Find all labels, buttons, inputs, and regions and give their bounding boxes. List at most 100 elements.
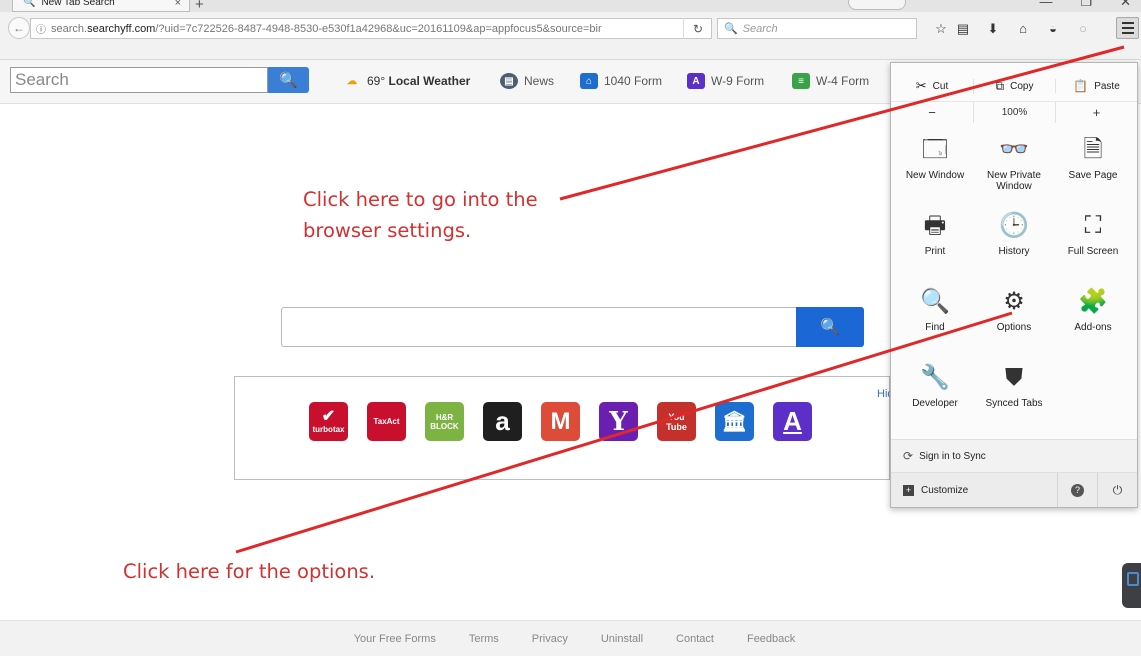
minimize-button[interactable]: — bbox=[1039, 0, 1052, 10]
doc-icon: ≡ bbox=[792, 73, 810, 89]
gear-icon: ⚙ bbox=[1003, 288, 1025, 315]
reload-button[interactable]: ↻ bbox=[683, 18, 712, 39]
new-private-window-item[interactable]: 👓 New Private Window bbox=[976, 135, 1052, 192]
zoom-controls: − 100% + bbox=[891, 101, 1137, 123]
synced-tabs-icon: ⛊ bbox=[1005, 364, 1023, 391]
tab-title: New Tab Search bbox=[41, 0, 115, 8]
annotation-settings-line2: browser settings. bbox=[303, 219, 472, 242]
puzzle-icon: 🧩 bbox=[1078, 288, 1108, 315]
save-page-item[interactable]: 🗎 Save Page bbox=[1055, 135, 1131, 181]
quick-links-tiles: ✔ turbotax TaxAct H&R BLOCK a M Y You Tu… bbox=[309, 402, 812, 441]
quit-button[interactable]: ⏻ bbox=[1097, 473, 1137, 507]
footer-link-feedback[interactable]: Feedback bbox=[739, 633, 795, 645]
check-icon: ✔ bbox=[321, 408, 336, 425]
toolbar-search-input[interactable]: Search bbox=[10, 67, 268, 93]
magnifier-icon: 🔍 bbox=[920, 288, 950, 315]
footer-link-terms[interactable]: Terms bbox=[461, 633, 499, 645]
1040-form-link[interactable]: ⌂ 1040 Form bbox=[580, 73, 662, 89]
downloads-icon[interactable]: ⬇ bbox=[982, 18, 1004, 39]
annotation-options: Click here for the options. bbox=[123, 560, 376, 583]
toolbar-search-button[interactable]: 🔍 bbox=[268, 67, 309, 93]
footer-link-uninstall[interactable]: Uninstall bbox=[593, 633, 643, 645]
w9-form-link[interactable]: A W-9 Form bbox=[687, 73, 764, 89]
history-label: History bbox=[998, 246, 1030, 257]
sign-in-to-sync-item[interactable]: ⟳ Sign in to Sync bbox=[891, 439, 1137, 472]
options-label: Options bbox=[996, 322, 1032, 333]
yahoo-tile[interactable]: Y bbox=[599, 402, 638, 441]
restore-button[interactable]: ❐ bbox=[1080, 0, 1092, 10]
weather-temp: 69° bbox=[367, 74, 386, 88]
tab-overflow-pill bbox=[848, 0, 906, 10]
new-private-window-label: New Private Window bbox=[987, 170, 1041, 192]
bank-tile[interactable]: 🏛 bbox=[715, 402, 754, 441]
pocket-icon[interactable]: ◒ bbox=[1042, 18, 1064, 39]
full-screen-item[interactable]: ⛶ Full Screen bbox=[1055, 211, 1131, 257]
options-item[interactable]: ⚙ Options bbox=[976, 287, 1052, 333]
power-icon: ⏻ bbox=[1112, 482, 1123, 497]
open-menu-button[interactable] bbox=[1116, 17, 1139, 39]
side-widget-tab[interactable] bbox=[1122, 563, 1141, 608]
clipboard-icon: 📋 bbox=[1073, 79, 1089, 93]
customize-item[interactable]: + Customize ? ⏻ bbox=[891, 472, 1137, 507]
add-ons-item[interactable]: 🧩 Add-ons bbox=[1055, 287, 1131, 333]
w4-form-link[interactable]: ≡ W-4 Form bbox=[792, 73, 869, 89]
synced-tabs-item[interactable]: ⛊ Synced Tabs bbox=[976, 363, 1052, 409]
turbotax-tile[interactable]: ✔ turbotax bbox=[309, 402, 348, 441]
amazon-tile[interactable]: a bbox=[483, 402, 522, 441]
tab-new-tab-search[interactable]: 🔍 New Tab Search × bbox=[12, 0, 190, 12]
zoom-out-button[interactable]: − bbox=[891, 102, 973, 123]
form-a-tile[interactable]: A bbox=[773, 402, 812, 441]
taxact-tile[interactable]: TaxAct bbox=[367, 402, 406, 441]
developer-item[interactable]: 🔧 Developer bbox=[897, 363, 973, 409]
clock-icon: 🕒 bbox=[999, 212, 1029, 239]
footer-link-contact[interactable]: Contact bbox=[668, 633, 714, 645]
bank-icon: ⌂ bbox=[580, 73, 598, 89]
close-window-button[interactable]: ✕ bbox=[1120, 0, 1131, 10]
main-search-input[interactable] bbox=[281, 307, 796, 347]
zoom-reset-button[interactable]: 100% bbox=[973, 102, 1055, 123]
account-icon[interactable]: ○ bbox=[1072, 18, 1094, 39]
youtube-label: You Tube bbox=[666, 411, 687, 432]
paste-button[interactable]: 📋 Paste bbox=[1055, 79, 1137, 93]
youtube-tile[interactable]: You Tube bbox=[657, 402, 696, 441]
weather-link[interactable]: ☁ 69° Local Weather bbox=[343, 73, 470, 89]
tab-close-icon[interactable]: × bbox=[175, 0, 181, 9]
find-item[interactable]: 🔍 Find bbox=[897, 287, 973, 333]
news-link[interactable]: ▤ News bbox=[500, 73, 554, 89]
weather-icon: ☁ bbox=[347, 75, 357, 87]
fullscreen-icon: ⛶ bbox=[1084, 212, 1102, 239]
turbotax-label: turbotax bbox=[312, 425, 345, 434]
history-item[interactable]: 🕒 History bbox=[976, 211, 1052, 257]
home-icon[interactable]: ⌂ bbox=[1012, 18, 1034, 39]
footer-link-privacy[interactable]: Privacy bbox=[524, 633, 568, 645]
bookmark-star-icon[interactable]: ☆ bbox=[930, 18, 952, 39]
info-icon[interactable]: ⓘ bbox=[36, 21, 46, 36]
navigation-bar: ← ⓘ search. searchyff.com/?uid=7c722526-8… bbox=[0, 12, 1141, 60]
window-controls: — ❐ ✕ bbox=[1039, 0, 1131, 10]
gmail-tile[interactable]: M bbox=[541, 402, 580, 441]
help-icon: ? bbox=[1071, 483, 1084, 497]
add-ons-label: Add-ons bbox=[1074, 322, 1112, 333]
browser-search-input[interactable]: 🔍 Search bbox=[717, 18, 917, 39]
sync-icon: ⟳ bbox=[903, 449, 914, 463]
bookmarks-menu-icon[interactable]: ▤ bbox=[952, 18, 974, 39]
back-button[interactable]: ← bbox=[8, 17, 30, 39]
weather-label: Local Weather bbox=[388, 74, 471, 88]
main-search-button[interactable]: 🔍 bbox=[796, 307, 864, 347]
browser-menu-panel: ✂ Cut ⧉ Copy 📋 Paste − 100% + 🗔 New Wind… bbox=[890, 62, 1138, 508]
cut-button[interactable]: ✂ Cut bbox=[891, 78, 973, 94]
help-button[interactable]: ? bbox=[1057, 473, 1097, 507]
printer-icon: 🖶 bbox=[923, 212, 947, 239]
taxact-label: TaxAct bbox=[373, 417, 400, 426]
footer-link-free-forms[interactable]: Your Free Forms bbox=[346, 633, 436, 645]
new-tab-button[interactable]: + bbox=[195, 0, 204, 12]
hr-block-tile[interactable]: H&R BLOCK bbox=[425, 402, 464, 441]
new-window-item[interactable]: 🗔 New Window bbox=[897, 135, 973, 181]
url-bar[interactable]: ⓘ search. searchyff.com/?uid=7c722526-848… bbox=[30, 18, 712, 39]
search-icon: 🔍 bbox=[724, 23, 738, 35]
zoom-in-button[interactable]: + bbox=[1055, 102, 1137, 123]
copy-button[interactable]: ⧉ Copy bbox=[973, 78, 1055, 94]
form-a-icon: A bbox=[687, 73, 705, 89]
print-item[interactable]: 🖶 Print bbox=[897, 211, 973, 257]
w4-form-label: W-4 Form bbox=[816, 74, 870, 88]
